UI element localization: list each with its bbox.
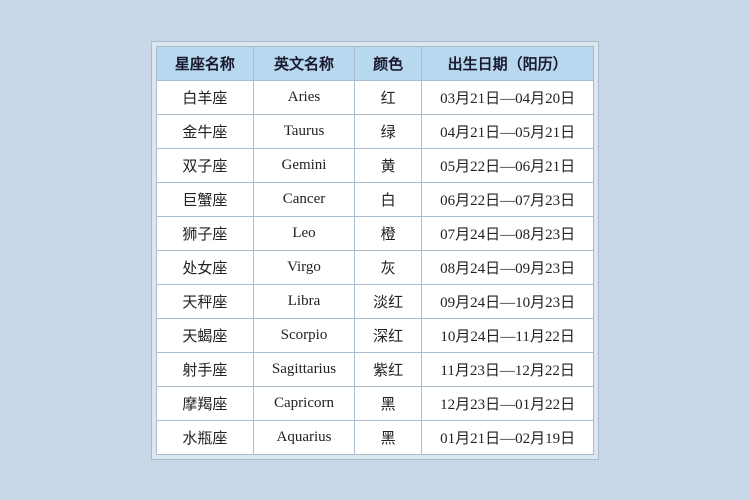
cell-chinese: 水瓶座: [156, 420, 253, 454]
cell-dates: 06月22日—07月23日: [422, 182, 594, 216]
cell-color: 黑: [355, 386, 422, 420]
header-english-name: 英文名称: [253, 46, 354, 80]
table-header-row: 星座名称 英文名称 颜色 出生日期（阳历）: [156, 46, 593, 80]
cell-dates: 11月23日—12月22日: [422, 352, 594, 386]
cell-chinese: 天蝎座: [156, 318, 253, 352]
cell-chinese: 巨蟹座: [156, 182, 253, 216]
cell-english: Leo: [253, 216, 354, 250]
cell-dates: 05月22日—06月21日: [422, 148, 594, 182]
table-row: 水瓶座Aquarius黑01月21日—02月19日: [156, 420, 593, 454]
cell-chinese: 金牛座: [156, 114, 253, 148]
cell-color: 橙: [355, 216, 422, 250]
cell-color: 绿: [355, 114, 422, 148]
cell-english: Scorpio: [253, 318, 354, 352]
cell-english: Gemini: [253, 148, 354, 182]
cell-english: Libra: [253, 284, 354, 318]
cell-dates: 04月21日—05月21日: [422, 114, 594, 148]
cell-color: 深红: [355, 318, 422, 352]
cell-dates: 09月24日—10月23日: [422, 284, 594, 318]
cell-color: 白: [355, 182, 422, 216]
table-row: 天秤座Libra淡红09月24日—10月23日: [156, 284, 593, 318]
cell-dates: 07月24日—08月23日: [422, 216, 594, 250]
cell-dates: 10月24日—11月22日: [422, 318, 594, 352]
cell-dates: 03月21日—04月20日: [422, 80, 594, 114]
cell-english: Sagittarius: [253, 352, 354, 386]
cell-english: Cancer: [253, 182, 354, 216]
cell-chinese: 双子座: [156, 148, 253, 182]
cell-chinese: 天秤座: [156, 284, 253, 318]
table-row: 狮子座Leo橙07月24日—08月23日: [156, 216, 593, 250]
table-row: 天蝎座Scorpio深红10月24日—11月22日: [156, 318, 593, 352]
cell-english: Aries: [253, 80, 354, 114]
cell-dates: 12月23日—01月22日: [422, 386, 594, 420]
cell-chinese: 处女座: [156, 250, 253, 284]
table-row: 摩羯座Capricorn黑12月23日—01月22日: [156, 386, 593, 420]
cell-dates: 01月21日—02月19日: [422, 420, 594, 454]
cell-chinese: 摩羯座: [156, 386, 253, 420]
table-row: 白羊座Aries红03月21日—04月20日: [156, 80, 593, 114]
table-row: 巨蟹座Cancer白06月22日—07月23日: [156, 182, 593, 216]
table-row: 金牛座Taurus绿04月21日—05月21日: [156, 114, 593, 148]
cell-color: 紫红: [355, 352, 422, 386]
cell-english: Taurus: [253, 114, 354, 148]
header-dates: 出生日期（阳历）: [422, 46, 594, 80]
cell-color: 红: [355, 80, 422, 114]
table-row: 双子座Gemini黄05月22日—06月21日: [156, 148, 593, 182]
cell-color: 黑: [355, 420, 422, 454]
cell-chinese: 狮子座: [156, 216, 253, 250]
cell-english: Virgo: [253, 250, 354, 284]
header-color: 颜色: [355, 46, 422, 80]
table-row: 射手座Sagittarius紫红11月23日—12月22日: [156, 352, 593, 386]
cell-dates: 08月24日—09月23日: [422, 250, 594, 284]
cell-chinese: 白羊座: [156, 80, 253, 114]
zodiac-table: 星座名称 英文名称 颜色 出生日期（阳历） 白羊座Aries红03月21日—04…: [156, 46, 594, 455]
header-chinese-name: 星座名称: [156, 46, 253, 80]
cell-english: Aquarius: [253, 420, 354, 454]
table-row: 处女座Virgo灰08月24日—09月23日: [156, 250, 593, 284]
cell-chinese: 射手座: [156, 352, 253, 386]
cell-color: 淡红: [355, 284, 422, 318]
cell-color: 黄: [355, 148, 422, 182]
cell-english: Capricorn: [253, 386, 354, 420]
cell-color: 灰: [355, 250, 422, 284]
zodiac-table-container: 星座名称 英文名称 颜色 出生日期（阳历） 白羊座Aries红03月21日—04…: [151, 41, 599, 460]
